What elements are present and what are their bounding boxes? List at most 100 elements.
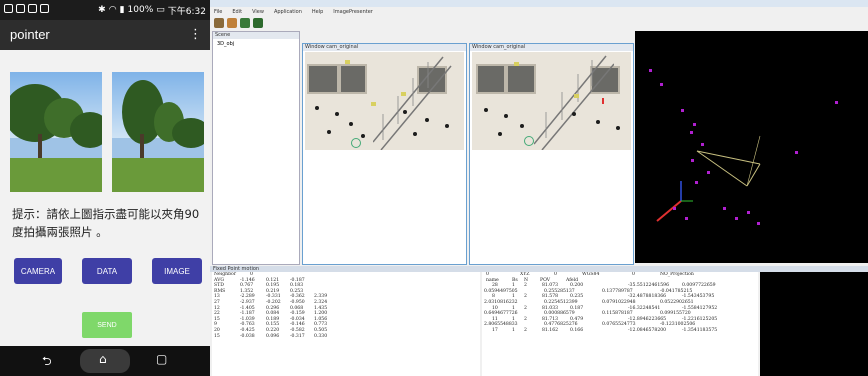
home-icon[interactable]: ⌂: [99, 352, 107, 366]
table-cell: -0.425: [240, 327, 255, 333]
menu-application[interactable]: Application: [274, 9, 302, 15]
table-cell: 81.033: [542, 305, 559, 311]
table-cell: 20: [214, 327, 220, 333]
app-content: 提示：請依上圖指示盡可能以夾角90度拍攝兩張照片 。 CAMERA DATA I…: [0, 50, 210, 346]
more-vert-icon[interactable]: ⋮: [189, 27, 202, 42]
table-cell: -32.4878818366: [628, 294, 667, 300]
back-icon[interactable]: ⮌: [42, 352, 52, 373]
table-cell: 0.767: [240, 283, 254, 289]
table-cell: 0.0097722659: [682, 283, 716, 289]
table-cell: 0.115878187: [602, 311, 633, 317]
residuals-table: Neighbor 0 AVG -1.146 0.121 -0.187 STD 0.767 0…: [212, 272, 480, 376]
battery-icon: ▭: [156, 5, 165, 15]
table-cell: 0.096: [266, 333, 280, 339]
table-cell: -0.202: [266, 299, 281, 305]
table-cell: -12.0846578200: [628, 327, 667, 333]
recents-icon[interactable]: ▢: [156, 352, 167, 366]
table-cell: 81.713: [542, 316, 559, 322]
camera-tool2-icon[interactable]: [253, 18, 263, 28]
table-cell: 1.200: [314, 311, 328, 317]
menu-help[interactable]: Help: [312, 9, 323, 15]
table-cell: -0.159: [290, 311, 305, 317]
table-cell: 1: [512, 305, 515, 311]
table-cell: 0.195: [266, 283, 280, 289]
table-cell: 0.183: [290, 283, 304, 289]
table-cell: 27: [214, 299, 220, 305]
table-cell: -1.3541183575: [682, 327, 718, 333]
table-cell: 1: [512, 283, 515, 289]
table-cell: 9: [214, 322, 217, 328]
table-cell: -0.1231002506: [660, 322, 696, 328]
camera-tool-icon[interactable]: [240, 18, 250, 28]
status-bar: ✱ ◠ ▮ 100% ▭ 下午6:32: [0, 0, 210, 20]
scene-panel: Scene 3D_obj: [212, 31, 300, 265]
table-cell: 0.0765524773: [602, 322, 636, 328]
send-button[interactable]: SEND: [82, 312, 132, 338]
table-cell: 0.479: [570, 316, 584, 322]
table-cell: 1: [512, 316, 515, 322]
menu-edit[interactable]: Edit: [232, 9, 242, 15]
settings-icon: [16, 4, 25, 13]
table-cell: 1.056: [314, 316, 328, 322]
table-cell: 0.166: [570, 327, 584, 333]
camera-button[interactable]: CAMERA: [14, 258, 62, 284]
image-icon: [28, 4, 37, 13]
clock: 下午6:32: [167, 6, 206, 17]
table-cell: -0.038: [240, 333, 255, 339]
image-button[interactable]: IMAGE: [152, 258, 202, 284]
camera-image-2: [472, 52, 631, 150]
table-cell: 2: [524, 294, 527, 300]
app-bar: pointer ⋮: [0, 20, 210, 50]
window-titlebar: [210, 0, 868, 7]
3d-viewport[interactable]: [635, 31, 868, 263]
table-cell: -0.362: [290, 294, 305, 300]
table-cell: 0.0791022948: [602, 299, 636, 305]
photo-left: [10, 72, 102, 192]
table-cell: -0.582: [290, 327, 305, 333]
table-cell: 81.162: [542, 327, 559, 333]
menu-imagepresenter[interactable]: ImagePresenter: [333, 9, 373, 15]
table-cell: 0.235: [570, 294, 584, 300]
table-cell: 0.505: [314, 327, 328, 333]
table-cell: -0.317: [290, 333, 305, 339]
cam2-title: Window cam_original: [470, 44, 633, 51]
scene-item[interactable]: 3D_obj: [213, 39, 299, 49]
table-cell: 10: [492, 305, 498, 311]
table-cell: -16.32248541: [628, 305, 661, 311]
table-cell: 0.121: [266, 277, 280, 283]
table-cell: 22: [214, 311, 220, 317]
table-cell: 0.155: [266, 322, 280, 328]
camera-image-1: [305, 52, 464, 150]
photo-right: [112, 72, 204, 192]
menu-view[interactable]: View: [252, 9, 264, 15]
bluetooth-icon: ✱: [98, 5, 106, 15]
table-cell: 0.773: [314, 322, 328, 328]
table-cell: 8: [492, 294, 495, 300]
table-cell: 2: [524, 327, 527, 333]
open-icon[interactable]: [214, 18, 224, 28]
3d-scene-graphics: [656, 135, 761, 222]
table-cell: 2.324: [314, 299, 328, 305]
table-cell: 0.0522902651: [660, 299, 694, 305]
app-title: pointer: [10, 27, 50, 42]
table-cell: 1: [512, 294, 515, 300]
camera-window-1: Window cam_original: [302, 43, 467, 265]
camera-window-2: Window cam_original: [469, 43, 634, 265]
save-icon[interactable]: [227, 18, 237, 28]
table-cell: 0.4776825276: [544, 322, 578, 328]
table-cell: 81.578: [542, 294, 559, 300]
table-cell: 0.084: [266, 311, 280, 317]
table-cell: 81.073: [542, 283, 559, 289]
table-cell: -0.187: [290, 277, 305, 283]
notification-icons: [4, 4, 49, 13]
menu-file[interactable]: File: [214, 9, 222, 15]
table-cell: -1.543453795: [682, 294, 715, 300]
table-cell: 2.0310816232: [484, 299, 518, 305]
table-cell: 13: [214, 294, 220, 300]
table-cell: 11: [492, 316, 498, 322]
dark-panel: [760, 272, 868, 376]
menu-bar: File Edit View Application Help ImagePre…: [210, 7, 644, 16]
table-cell: 12: [214, 305, 220, 311]
table-cell: 1.435: [314, 305, 328, 311]
data-button[interactable]: DATA: [82, 258, 132, 284]
